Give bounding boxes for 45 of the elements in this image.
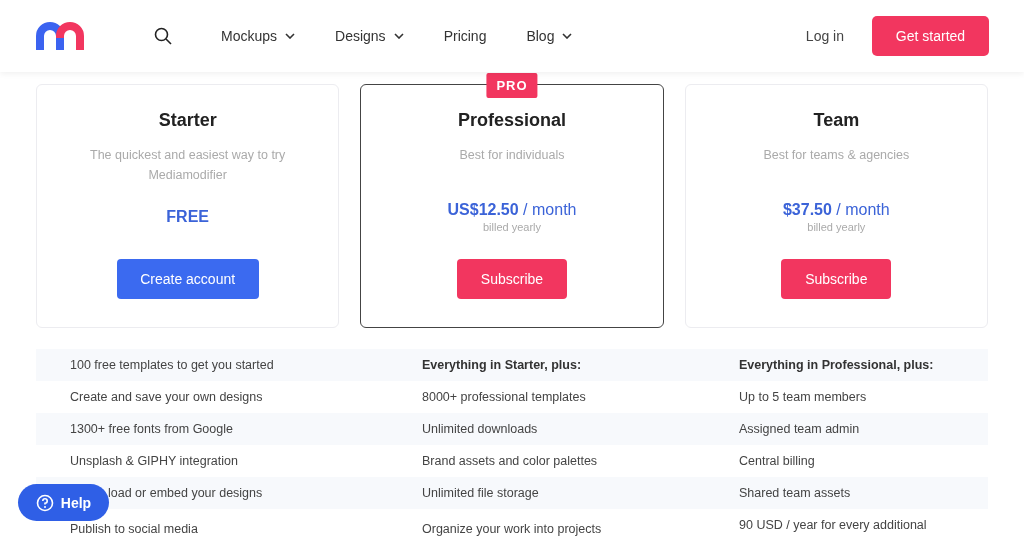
chevron-down-icon: [393, 33, 404, 39]
plan-name: Team: [813, 110, 860, 131]
chevron-down-icon: [285, 33, 296, 39]
plan-description: Best for teams & agencies: [762, 147, 911, 164]
feature-text: Unlimited downloads: [422, 422, 539, 436]
plan-badge: PRO: [486, 73, 538, 98]
plan-description: Best for individuals: [458, 147, 566, 164]
feature-text: Unlimited file storage: [422, 486, 540, 500]
plan-name: Professional: [457, 110, 566, 131]
subscribe-button[interactable]: Subscribe: [457, 259, 567, 299]
feature-text: Brand assets and color palettes: [422, 454, 599, 468]
feature-text: Create and save your own designs: [70, 390, 264, 404]
feature-text: Unsplash & GIPHY integration: [70, 454, 239, 468]
feature-text: 100 free templates to get you started: [70, 358, 275, 372]
feature-text: Assigned team admin: [739, 422, 861, 436]
feature-text: 8000+ professional templates: [422, 390, 587, 404]
feature-text: Publish to social media: [70, 522, 199, 536]
nav-link[interactable]: Designs: [335, 28, 404, 44]
feature-text: Shared team assets: [739, 486, 852, 500]
feature-text: 90 USD / year for every additional: [739, 518, 928, 532]
chevron-down-icon: [562, 33, 573, 39]
feature-text: Everything in Starter, plus:: [422, 358, 583, 372]
billing-note: billed yearly: [482, 221, 542, 233]
help-button[interactable]: Help: [18, 484, 109, 521]
plan-price: FREE: [166, 208, 209, 226]
plan-name: Starter: [158, 110, 217, 131]
question-icon: [35, 493, 54, 512]
feature-text: Central billing: [739, 454, 816, 468]
feature-text: Everything in Professional, plus:: [739, 358, 935, 372]
create-account-button[interactable]: Create account: [116, 259, 259, 299]
get-started-button[interactable]: Get started: [872, 16, 989, 56]
feature-text: load or embed your designs: [107, 486, 264, 500]
nav-link[interactable]: Mockups: [221, 28, 296, 44]
feature-text: Organize your work into projects: [422, 522, 603, 536]
feature-text: 1300+ free fonts from Google: [70, 422, 234, 436]
feature-text: Up to 5 team members: [739, 390, 868, 404]
subscribe-button[interactable]: Subscribe: [781, 259, 892, 299]
plan-description: The quickest and easiest way to try Mediamodifier: [89, 147, 287, 184]
plan-price: US$12.50 / month: [447, 201, 577, 219]
billing-note: billed yearly: [807, 221, 866, 233]
login-link[interactable]: Log in: [805, 28, 844, 44]
nav-link[interactable]: Blog: [526, 28, 573, 44]
search-icon[interactable]: [154, 27, 172, 45]
plan-price: $37.50 / month: [782, 201, 890, 219]
nav-link[interactable]: Pricing: [443, 28, 487, 44]
